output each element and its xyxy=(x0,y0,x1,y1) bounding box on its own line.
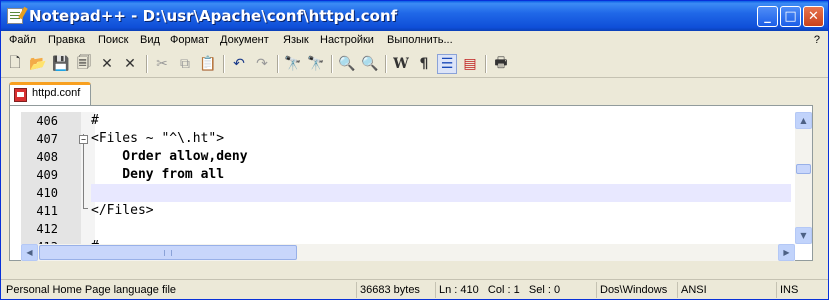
line-text: # xyxy=(91,113,99,128)
line-number: 412 xyxy=(36,222,58,236)
user-defined-dialog-icon[interactable]: ▤ xyxy=(460,54,480,74)
minimize-icon: _ xyxy=(764,9,771,24)
editor-line: 407 <Files ~ "^\.ht"> xyxy=(21,130,795,148)
status-insert-mode: INS xyxy=(776,282,826,298)
line-text: Order allow,deny xyxy=(91,149,248,164)
close-all-icon[interactable]: ✕ xyxy=(120,54,140,74)
scroll-down-icon[interactable]: ▼ xyxy=(795,227,812,244)
line-number: 409 xyxy=(36,168,58,182)
cut-icon[interactable]: ✂ xyxy=(152,54,172,74)
toolbar-separator xyxy=(385,55,387,73)
toolbar: 🗋 📂 💾 🗐 ✕ ✕ ✂ ⧉ 📋 ↶ ↷ 🔭 🔭 🔍 🔍 W ¶ ☰ ▤ 🖶 xyxy=(1,51,828,78)
status-bar: Personal Home Page language file 36683 b… xyxy=(1,279,828,299)
status-language: Personal Home Page language file xyxy=(6,284,177,296)
notepad-plus-plus-window: Notepad++ - D:\usr\Apache\conf\httpd.con… xyxy=(0,0,829,300)
editor-line: 411 </Files> xyxy=(21,202,795,220)
status-eol-format: Dos\Windows xyxy=(596,282,676,298)
line-text: </Files> xyxy=(91,203,154,218)
menu-file[interactable]: Файл xyxy=(9,34,36,46)
line-number: 408 xyxy=(36,150,58,164)
editor-line-current: 410 xyxy=(21,184,795,202)
toolbar-separator xyxy=(331,55,333,73)
editor-line: 409 Deny from all xyxy=(21,166,795,184)
menu-bar: Файл Правка Поиск Вид Формат Документ Яз… xyxy=(1,31,828,51)
menu-format[interactable]: Формат xyxy=(170,34,209,46)
title-bar[interactable]: Notepad++ - D:\usr\Apache\conf\httpd.con… xyxy=(1,1,828,31)
line-text: <Files ~ "^\.ht"> xyxy=(91,131,225,146)
notepad-app-icon xyxy=(7,8,23,24)
new-file-icon[interactable]: 🗋 xyxy=(5,54,25,74)
menu-view[interactable]: Вид xyxy=(140,34,160,46)
menu-run[interactable]: Выполнить... xyxy=(387,34,453,46)
close-icon: ✕ xyxy=(808,9,819,24)
window-title: Notepad++ - D:\usr\Apache\conf\httpd.con… xyxy=(29,7,398,25)
print-icon[interactable]: 🖶 xyxy=(491,54,511,74)
scroll-up-icon[interactable]: ▲ xyxy=(795,112,812,129)
horizontal-scroll-thumb[interactable] xyxy=(39,245,297,260)
scroll-left-icon[interactable]: ◀ xyxy=(21,244,38,261)
editor-line: 412 xyxy=(21,220,795,238)
menu-help[interactable]: ? xyxy=(814,34,820,46)
tab-label: httpd.conf xyxy=(32,87,81,99)
toolbar-separator xyxy=(277,55,279,73)
line-text: Deny from all xyxy=(91,167,225,182)
line-number: 411 xyxy=(36,204,58,218)
redo-icon[interactable]: ↷ xyxy=(252,54,272,74)
unsaved-file-icon xyxy=(14,88,27,102)
minimize-button[interactable]: _ xyxy=(757,6,778,27)
undo-icon[interactable]: ↶ xyxy=(229,54,249,74)
toolbar-separator xyxy=(223,55,225,73)
vertical-scrollbar[interactable]: ▲ ▼ xyxy=(795,112,812,244)
close-icon[interactable]: ✕ xyxy=(97,54,117,74)
find-icon[interactable]: 🔭 xyxy=(283,54,303,74)
toolbar-separator xyxy=(146,55,148,73)
zoom-in-icon[interactable]: 🔍 xyxy=(337,54,357,74)
line-number: 410 xyxy=(36,186,58,200)
menu-edit[interactable]: Правка xyxy=(48,34,85,46)
replace-icon[interactable]: 🔭 xyxy=(306,54,326,74)
status-caret-position: Ln : 410 Col : 1 Sel : 0 xyxy=(435,282,595,298)
menu-language[interactable]: Язык xyxy=(283,34,309,46)
copy-icon[interactable]: ⧉ xyxy=(175,54,195,74)
toolbar-separator xyxy=(485,55,487,73)
indent-guide-icon[interactable]: ☰ xyxy=(437,54,457,74)
horizontal-scrollbar[interactable]: ◀ ▶ xyxy=(21,244,795,261)
show-all-chars-icon[interactable]: ¶ xyxy=(414,54,434,74)
open-folder-icon[interactable]: 📂 xyxy=(28,54,48,74)
status-file-size: 36683 bytes xyxy=(356,282,434,298)
tab-bar: httpd.conf xyxy=(1,79,828,106)
save-all-icon[interactable]: 🗐 xyxy=(74,54,94,74)
maximize-icon: □ xyxy=(784,9,797,24)
zoom-out-icon[interactable]: 🔍 xyxy=(360,54,380,74)
line-number: 407 xyxy=(36,132,58,146)
tab-httpd-conf[interactable]: httpd.conf xyxy=(9,82,91,106)
maximize-button[interactable]: □ xyxy=(780,6,801,27)
status-encoding: ANSI xyxy=(677,282,775,298)
close-window-button[interactable]: ✕ xyxy=(803,6,824,27)
editor-line: 408 Order allow,deny xyxy=(21,148,795,166)
editor-line: 406 # xyxy=(21,112,795,130)
vertical-scroll-thumb[interactable] xyxy=(796,164,811,174)
word-wrap-icon[interactable]: W xyxy=(391,54,411,74)
paste-icon[interactable]: 📋 xyxy=(198,54,218,74)
scroll-right-icon[interactable]: ▶ xyxy=(778,244,795,261)
menu-search[interactable]: Поиск xyxy=(98,34,128,46)
save-icon[interactable]: 💾 xyxy=(51,54,71,74)
menu-settings[interactable]: Настройки xyxy=(320,34,374,46)
scroll-grip-icon xyxy=(164,250,172,256)
line-number: 406 xyxy=(36,114,58,128)
text-editor[interactable]: − 406 # 407 <Files ~ "^\.ht"> 408 Order … xyxy=(21,112,795,244)
menu-document[interactable]: Документ xyxy=(220,34,269,46)
